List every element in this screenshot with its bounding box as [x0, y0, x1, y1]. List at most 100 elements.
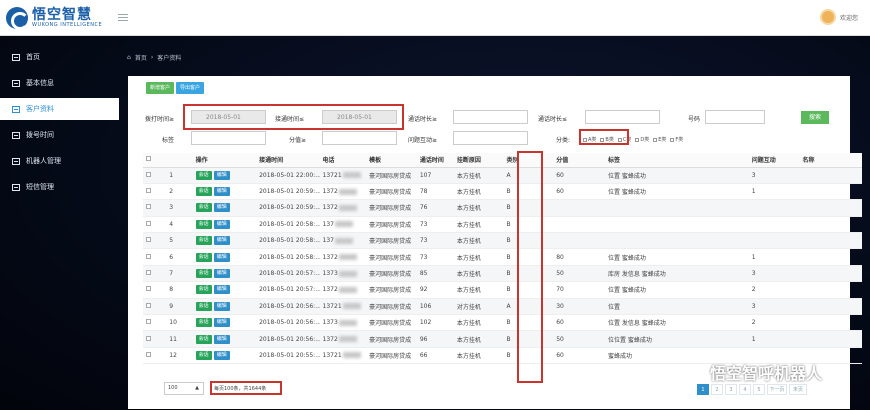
column-header: 接通时间: [256, 153, 320, 168]
edit-button[interactable]: 编辑: [213, 301, 230, 311]
edit-button[interactable]: 编辑: [213, 350, 230, 360]
table-row[interactable]: 9 会话 编辑 2018-05-01 20:56:... 13721 豪河国际房贷成 106…: [143, 298, 862, 316]
select-all-checkbox[interactable]: [143, 153, 167, 168]
export-customer-button[interactable]: 导出客户: [176, 82, 205, 94]
call-duration-input[interactable]: [453, 110, 528, 124]
category-checkbox-f[interactable]: F类: [670, 136, 683, 143]
row-number: 9: [166, 298, 193, 316]
table-row[interactable]: 10 会话 编辑 2018-05-01 20:56:... 1373 豪河国际房贷成 102…: [143, 314, 862, 332]
row-checkbox[interactable]: [143, 167, 167, 184]
duration-cell: 85: [416, 265, 454, 283]
edit-button[interactable]: 编辑: [213, 252, 230, 262]
row-checkbox[interactable]: [143, 314, 167, 332]
page-size-select[interactable]: 100 ▲: [164, 382, 204, 395]
detail-button[interactable]: 会话: [195, 269, 212, 279]
table-row[interactable]: 8 会话 编辑 2018-05-01 20:57:... 1372 豪河国际房贷成 92 本方…: [143, 281, 862, 299]
row-actions: 会话 编辑: [192, 199, 257, 217]
hangup-reason-cell: 本方挂机: [453, 216, 504, 234]
sidebar-item-sms[interactable]: 短信管理: [0, 176, 119, 198]
table-row[interactable]: 2 会话 编辑 2018-05-01 20:59:... 1372 豪河国际房贷成 78 本方…: [143, 183, 862, 201]
edit-button[interactable]: 编辑: [213, 187, 230, 197]
detail-button[interactable]: 会话: [195, 187, 212, 197]
edit-button[interactable]: 编辑: [213, 236, 230, 246]
edit-button[interactable]: 编辑: [213, 170, 230, 180]
category-checkbox-e[interactable]: E类: [653, 136, 666, 143]
table-row[interactable]: 5 会话 编辑 2018-05-01 20:58:... 137 豪河国际房贷成 73 本方挂…: [143, 232, 862, 250]
row-checkbox[interactable]: [143, 183, 167, 201]
phone-input[interactable]: [705, 110, 765, 124]
name-cell: [799, 248, 862, 266]
tag-input[interactable]: [191, 131, 266, 145]
page-button-1[interactable]: 1: [697, 384, 709, 395]
hangup-reason-cell: 本方挂机: [453, 248, 504, 266]
user-menu[interactable]: 欢迎您: [819, 9, 858, 25]
hangup-duration-input[interactable]: [585, 110, 660, 124]
edit-button[interactable]: 编辑: [213, 269, 230, 279]
detail-button[interactable]: 会话: [195, 285, 212, 295]
edit-button[interactable]: 编辑: [213, 285, 230, 295]
edit-button[interactable]: 编辑: [213, 203, 230, 213]
duration-cell: 107: [416, 167, 454, 184]
logo[interactable]: 悟空智慧 WUKONG INTELLIGENCE: [6, 6, 102, 30]
table-row[interactable]: 11 会话 编辑 2018-05-01 20:56:... 1372 豪河国际房贷成 96 本…: [143, 330, 862, 348]
table-row[interactable]: 3 会话 编辑 2018-05-01 20:59:... 1372 豪河国际房贷成 76 本方…: [143, 199, 862, 217]
page-button-5[interactable]: 5: [753, 384, 765, 395]
phone-cell: 137: [319, 216, 367, 234]
breadcrumb-home[interactable]: 首页: [135, 53, 147, 62]
sidebar-item-basic-info[interactable]: 基本信息: [0, 72, 119, 94]
phone-cell: 13721: [319, 347, 367, 365]
avatar[interactable]: [819, 9, 836, 25]
interaction-input[interactable]: [453, 131, 528, 145]
row-checkbox[interactable]: [143, 265, 167, 283]
table-row[interactable]: 1 会话 编辑 2018-05-01 22:00:... 13721 豪河国际房贷成 107…: [143, 167, 862, 184]
sidebar-item-dial-time[interactable]: 拨号时间: [0, 124, 119, 146]
detail-button[interactable]: 会话: [195, 334, 212, 344]
table-row[interactable]: 6 会话 编辑 2018-05-01 20:58:... 1372 豪河国际房贷成 73 本方…: [143, 248, 862, 266]
table-row[interactable]: 7 会话 编辑 2018-05-01 20:57:... 1373 豪河国际房贷成 85 本方…: [143, 265, 862, 283]
page-button-2[interactable]: 2: [711, 384, 723, 395]
page-button-3[interactable]: 3: [725, 384, 737, 395]
connect-time-cell: 2018-05-01 20:58:...: [256, 232, 320, 250]
add-customer-button[interactable]: 新增客户: [146, 82, 175, 94]
detail-button[interactable]: 会话: [195, 203, 212, 213]
search-button[interactable]: 搜索: [801, 111, 829, 124]
duration-cell: 106: [416, 298, 454, 316]
row-checkbox[interactable]: [143, 199, 167, 217]
menu-toggle-icon[interactable]: [118, 14, 129, 21]
redacted-phone: [338, 270, 357, 277]
next-page-button[interactable]: 下一页: [767, 384, 787, 395]
name-cell: [799, 216, 862, 234]
score-input[interactable]: [322, 131, 397, 145]
detail-button[interactable]: 会话: [195, 170, 212, 180]
row-checkbox[interactable]: [143, 298, 167, 316]
page-button-4[interactable]: 4: [739, 384, 751, 395]
detail-button[interactable]: 会话: [195, 318, 212, 328]
detail-button[interactable]: 会话: [195, 301, 212, 311]
chevron-up-icon: ▲: [195, 385, 199, 391]
last-page-button[interactable]: 末页: [789, 384, 807, 395]
interaction-cell: 1: [748, 183, 800, 201]
edit-button[interactable]: 编辑: [213, 219, 230, 229]
table-row[interactable]: 4 会话 编辑 2018-05-01 20:58:... 137 豪河国际房贷成 73 本方挂…: [143, 216, 862, 234]
sidebar-item-customers[interactable]: 客户资料: [0, 98, 119, 120]
row-checkbox[interactable]: [143, 232, 167, 250]
row-checkbox[interactable]: [143, 347, 167, 365]
row-checkbox[interactable]: [143, 281, 167, 299]
row-number: 4: [166, 216, 193, 234]
category-checkbox-d[interactable]: D类: [635, 136, 649, 143]
detail-button[interactable]: 会话: [195, 350, 212, 360]
detail-button[interactable]: 会话: [195, 236, 212, 246]
sidebar-item-robots[interactable]: 机器人管理: [0, 150, 119, 172]
row-checkbox[interactable]: [143, 248, 167, 266]
detail-button[interactable]: 会话: [195, 252, 212, 262]
column-header: 名称: [799, 153, 862, 168]
edit-button[interactable]: 编辑: [213, 318, 230, 328]
row-checkbox[interactable]: [143, 330, 167, 348]
detail-button[interactable]: 会话: [195, 219, 212, 229]
duration-cell: 92: [416, 281, 454, 299]
row-checkbox[interactable]: [143, 216, 167, 234]
edit-button[interactable]: 编辑: [213, 334, 230, 344]
user-name[interactable]: 欢迎您: [840, 13, 858, 22]
sidebar-item-home[interactable]: 首页: [0, 46, 119, 68]
sidebar-item-label: 客户资料: [26, 105, 54, 113]
